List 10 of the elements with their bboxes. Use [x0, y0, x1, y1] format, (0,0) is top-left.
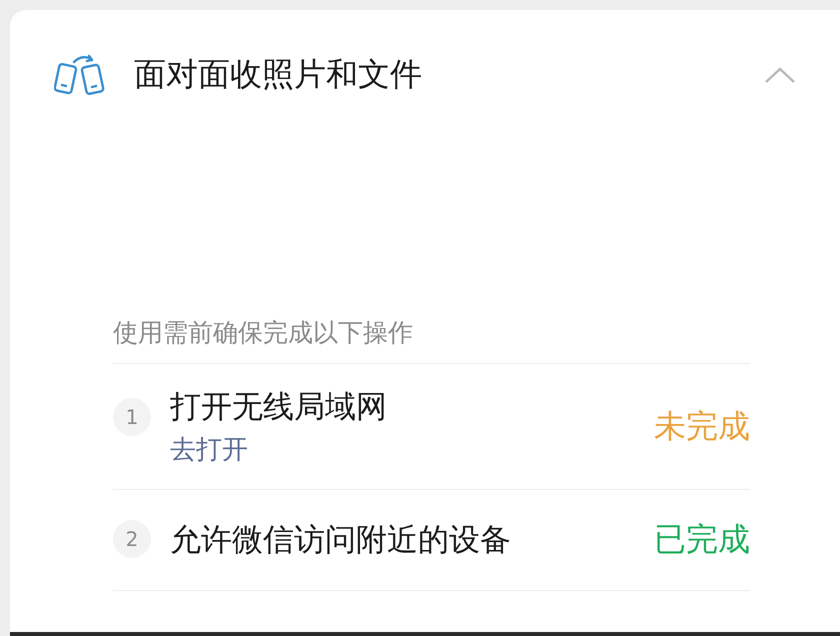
step-title: 允许微信访问附近的设备	[170, 521, 512, 560]
step-status: 未完成	[654, 406, 750, 446]
step-number: 1	[113, 398, 151, 436]
header-title: 面对面收照片和文件	[134, 54, 423, 95]
step-status: 已完成	[654, 519, 750, 560]
step-number: 2	[113, 520, 151, 558]
chevron-icon[interactable]	[764, 66, 796, 84]
step-link[interactable]: 去打开	[170, 432, 248, 467]
section-caption: 使用需前确保完成以下操作	[113, 316, 750, 364]
step-title: 打开无线局域网	[170, 388, 388, 427]
